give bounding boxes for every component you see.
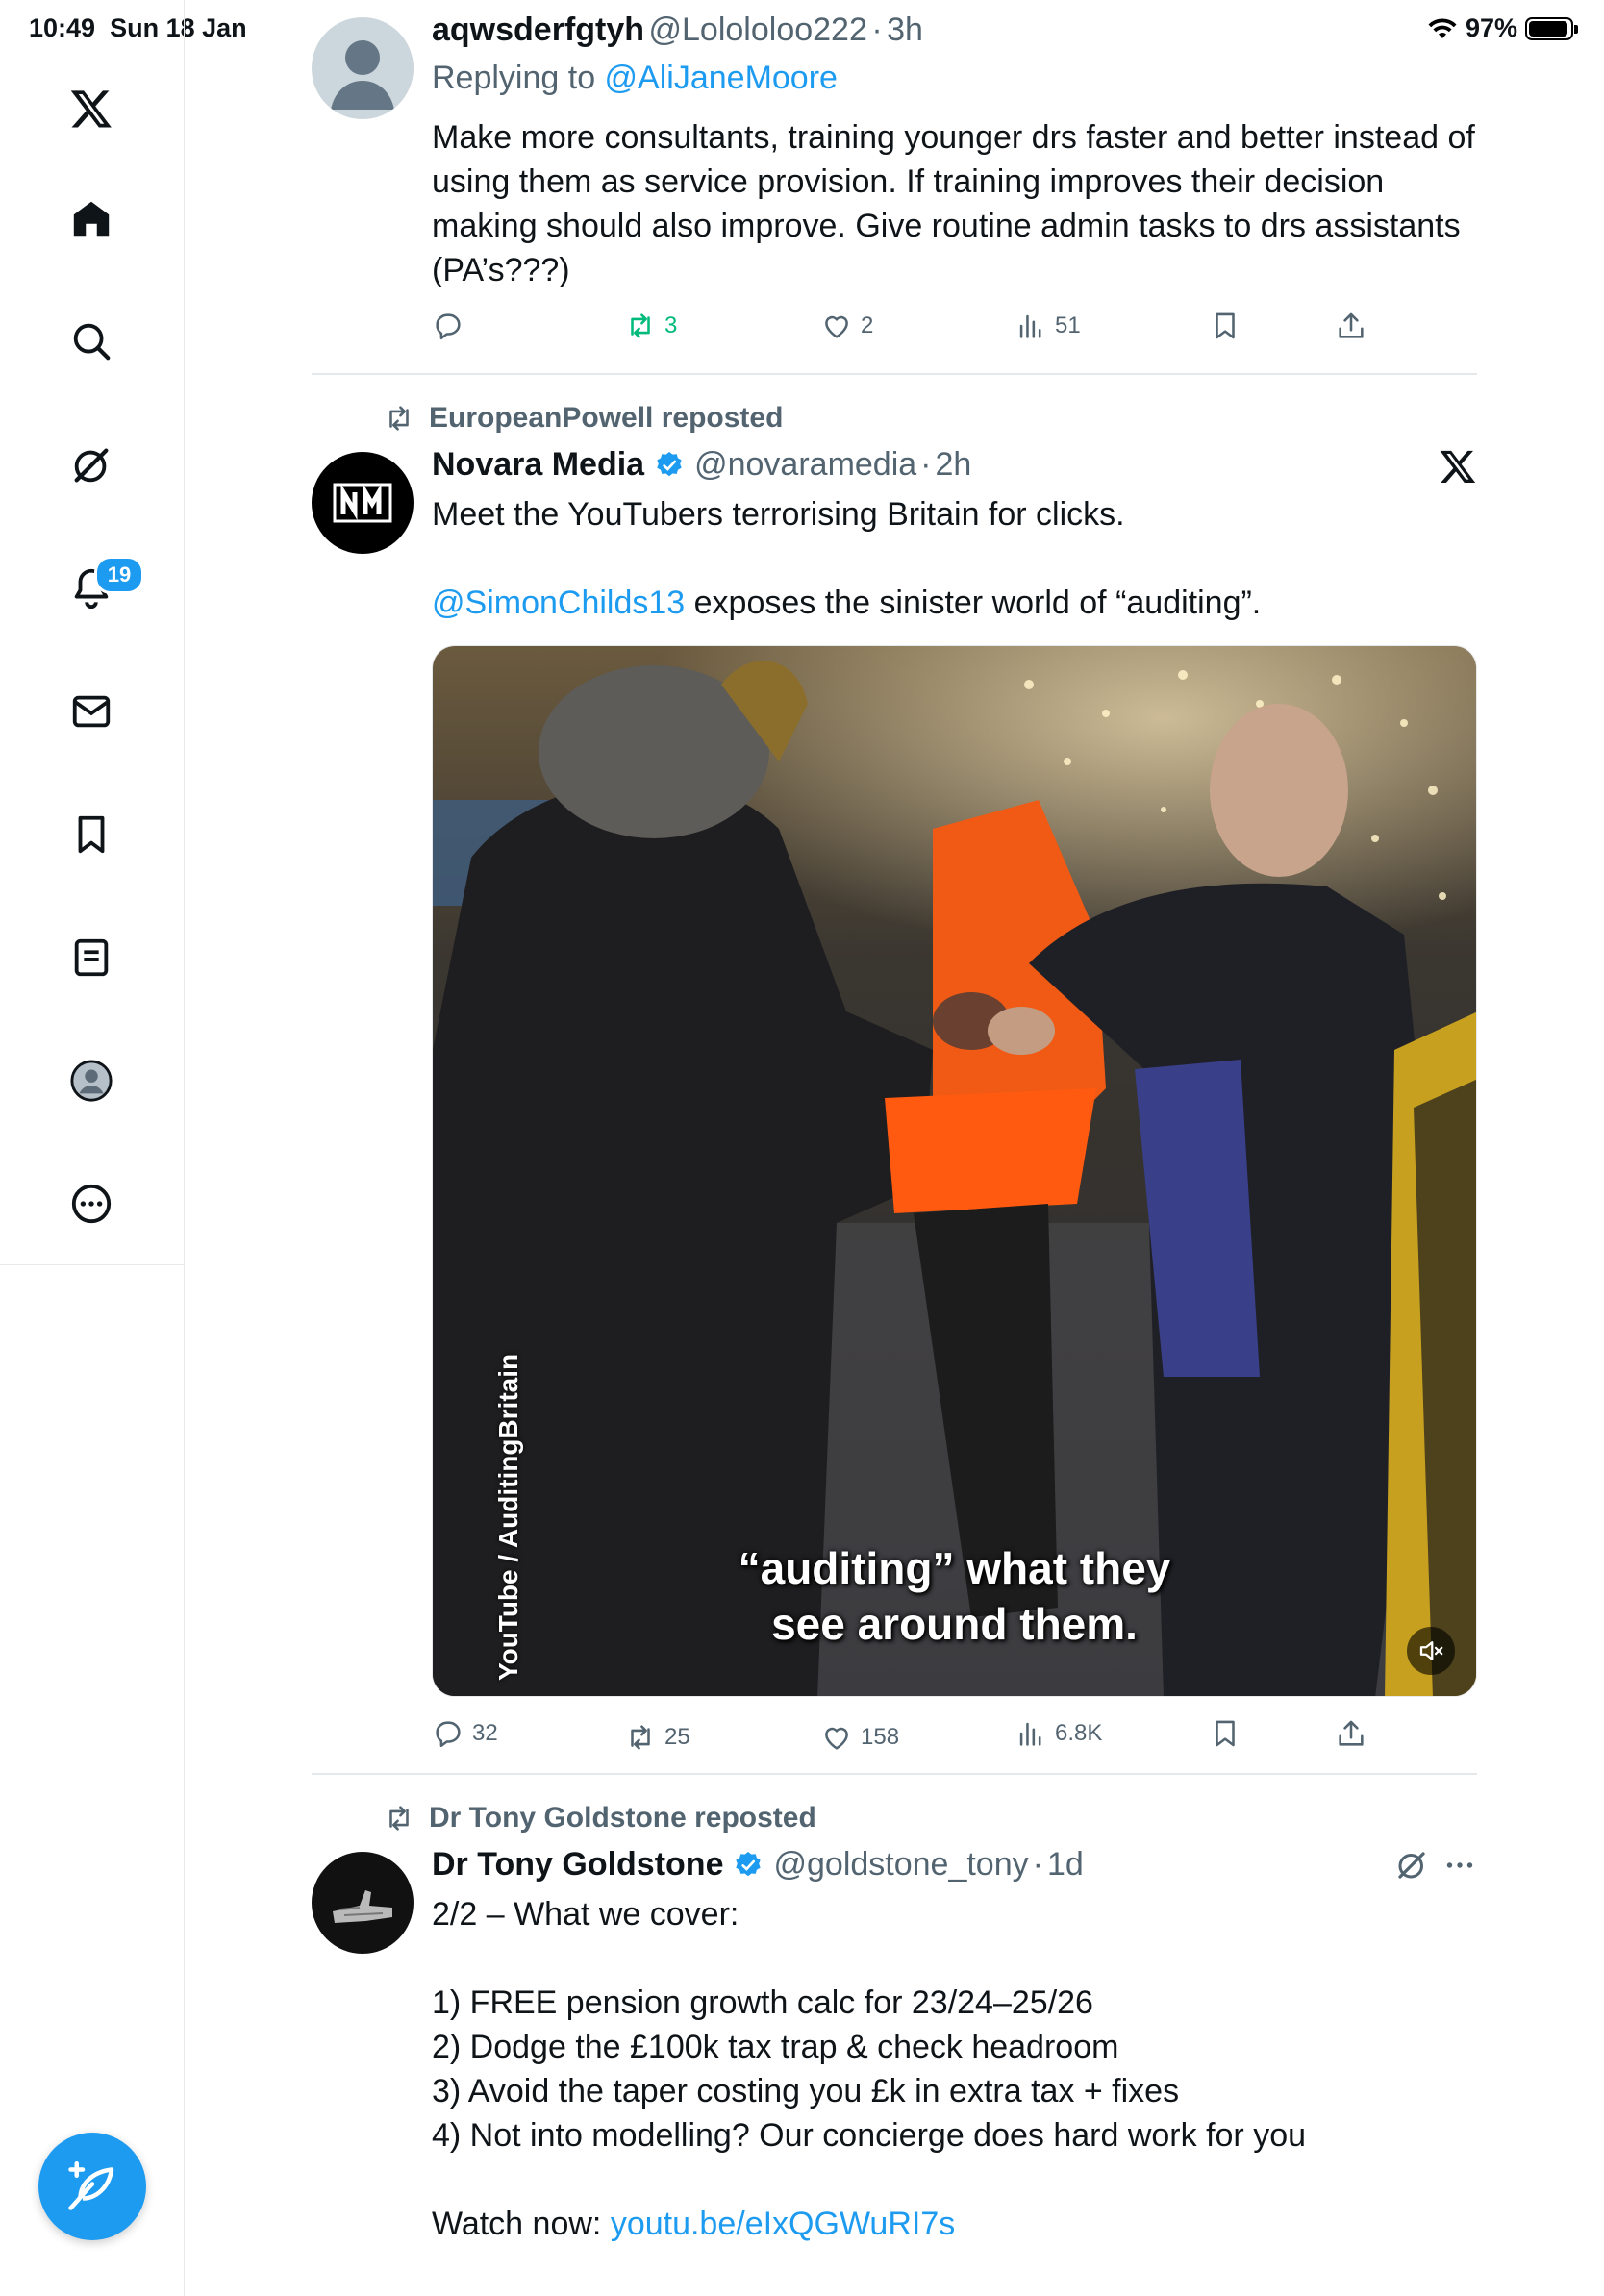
divider [312, 373, 1477, 375]
battery-icon [1525, 16, 1578, 40]
mention-link[interactable]: @AliJaneMoore [605, 60, 838, 96]
handle[interactable]: @novaramedia [694, 446, 916, 484]
bookmark-icon [1216, 312, 1235, 339]
verified-badge-icon [736, 1851, 762, 1876]
repost-indicator[interactable]: Dr Tony Goldstone reposted [383, 1802, 816, 1834]
like-button[interactable]: 158 [820, 1721, 899, 1754]
notification-badge: 19 [94, 556, 144, 594]
reply-icon [436, 313, 461, 340]
avatar[interactable] [312, 1852, 414, 1954]
video-caption: “auditing” what they see around them. [738, 1543, 1171, 1649]
reply-icon [436, 1721, 461, 1748]
wifi-icon [1428, 17, 1457, 38]
views-icon [1019, 1722, 1041, 1746]
display-name[interactable]: Novara Media [432, 446, 644, 484]
tweet-header: Dr Tony Goldstone @goldstone_tony · 1d [432, 1846, 1084, 1884]
battery-percent: 97% [1465, 13, 1517, 42]
replying-to: Replying to @AliJaneMoore [432, 60, 838, 96]
video-credit: YouTube / AuditingBritain [493, 1353, 523, 1681]
muted-speaker-icon [1419, 1641, 1443, 1660]
views-icon [1019, 314, 1041, 338]
repost-icon [389, 406, 409, 431]
sidebar: 19 [0, 0, 185, 1265]
bookmark-button[interactable] [1209, 310, 1241, 342]
share-icon [1339, 312, 1364, 338]
tweet-header: aqwsderfgtyh @Lolololoo222 · 3h [432, 12, 923, 48]
external-link[interactable]: youtu.be/eIxQGWuRI7s [611, 2206, 955, 2242]
bookmark-icon [1216, 1720, 1235, 1747]
search-icon[interactable] [63, 313, 119, 369]
handle[interactable]: @goldstone_tony [773, 1846, 1028, 1884]
like-button[interactable]: 2 [820, 310, 873, 342]
repost-icon [389, 1806, 409, 1831]
repost-button[interactable]: 3 [624, 310, 677, 342]
divider [312, 1773, 1477, 1775]
repost-indicator[interactable]: EuropeanPowell reposted [383, 402, 783, 435]
tweet-text: Meet the YouTubers terrorising Britain f… [432, 496, 1262, 621]
grok-icon[interactable] [1394, 1848, 1429, 1887]
repost-button[interactable]: 25 [624, 1721, 690, 1754]
heart-icon [825, 1727, 848, 1750]
share-button[interactable] [1335, 1717, 1367, 1750]
grok-icon[interactable] [63, 437, 119, 493]
more-icon[interactable] [63, 1176, 119, 1232]
timestamp[interactable]: 2h [936, 446, 972, 484]
more-options-icon[interactable] [1442, 1848, 1477, 1887]
mention-link[interactable]: @SimonChilds13 [432, 585, 685, 621]
compose-button[interactable] [38, 2133, 146, 2240]
avatar[interactable] [312, 452, 414, 554]
mute-button[interactable] [1407, 1627, 1455, 1675]
repost-icon [631, 313, 650, 338]
verified-badge-icon [657, 451, 682, 476]
video-player[interactable]: “auditing” what they see around them. [432, 645, 1477, 1697]
display-name[interactable]: aqwsderfgtyh [432, 12, 644, 48]
lists-icon[interactable] [63, 930, 119, 986]
handle[interactable]: @Lolololoo222 [649, 12, 867, 48]
reply-button[interactable] [432, 310, 472, 342]
views-button[interactable]: 6.8K [1015, 1717, 1102, 1750]
status-indicators: 97% [1427, 13, 1578, 43]
x-logo-icon[interactable] [63, 81, 119, 137]
home-icon[interactable] [63, 191, 119, 247]
share-button[interactable] [1335, 310, 1367, 342]
share-icon [1339, 1720, 1364, 1746]
repost-icon [631, 1725, 650, 1750]
reply-button[interactable]: 32 [432, 1717, 498, 1750]
tweet-header: Novara Media @novaramedia · 2h [432, 446, 972, 484]
tweet-text: Make more consultants, training younger … [432, 119, 1475, 288]
timestamp[interactable]: 3h [887, 12, 923, 48]
x-logo-icon[interactable] [1439, 447, 1477, 490]
compose-feather-icon [68, 2161, 114, 2210]
tweet-text: 2/2 – What we cover: 1) FREE pension gro… [432, 1896, 1307, 2242]
messages-icon[interactable] [63, 684, 119, 739]
timestamp[interactable]: 1d [1047, 1846, 1084, 1884]
views-button[interactable]: 51 [1015, 310, 1081, 342]
heart-icon [825, 315, 848, 338]
display-name[interactable]: Dr Tony Goldstone [432, 1846, 723, 1884]
bookmarks-icon[interactable] [63, 807, 119, 862]
avatar[interactable] [312, 17, 414, 119]
bookmark-button[interactable] [1209, 1717, 1241, 1750]
profile-icon[interactable] [63, 1053, 119, 1109]
